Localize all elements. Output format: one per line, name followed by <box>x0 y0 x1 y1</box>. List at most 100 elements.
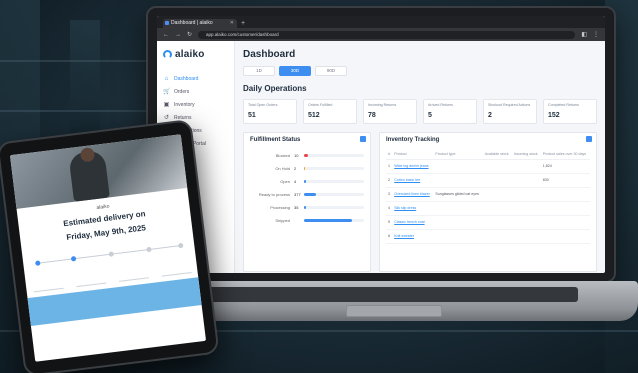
favicon-icon <box>165 21 169 25</box>
table-row[interactable]: 1 Wide leg denim jeans 1,824 <box>386 159 590 174</box>
timeline-step <box>35 260 41 266</box>
table-cell-incoming <box>511 215 541 230</box>
shelf-beam <box>0 60 146 62</box>
fulfillment-bar <box>304 219 352 222</box>
period-tab-30d[interactable]: 30D <box>279 66 311 76</box>
table-cell-sales <box>540 201 590 216</box>
table-row[interactable]: 3 Oversized linen blazer Sunglasses gilded… <box>386 187 590 202</box>
app: alaiko ⌂ Dashboard 🛒 Orders ▣ Inventory … <box>157 41 605 273</box>
back-icon[interactable]: ← <box>163 32 169 38</box>
table-cell-sales: 1,824 <box>540 159 590 174</box>
main-content: Dashboard 1D 30D 90D Daily Operations To… <box>235 41 605 273</box>
stat-card[interactable]: Completed Returns 152 <box>543 99 597 124</box>
logo[interactable]: alaiko <box>163 49 228 60</box>
table-cell-product[interactable]: Oversized linen blazer <box>392 187 434 202</box>
inventory-tracking-panel: Inventory Tracking # Product Product typ… <box>379 132 597 272</box>
extensions-icon[interactable]: ◧ <box>581 31 587 38</box>
timeline-step <box>108 251 115 257</box>
stat-card[interactable]: Total Open Orders 51 <box>243 99 297 124</box>
stat-label: Total Open Orders <box>248 103 278 107</box>
fulfillment-row[interactable]: On Hold 2 <box>250 162 364 175</box>
fulfillment-row[interactable]: Blocked 10 <box>250 149 364 162</box>
table-cell-product[interactable]: Cotton basic tee <box>392 173 434 188</box>
table-cell-product[interactable]: Wide leg denim jeans <box>392 159 434 174</box>
table-cell-incoming <box>511 201 541 216</box>
cart-icon: 🛒 <box>163 89 171 95</box>
close-icon[interactable]: ✕ <box>230 19 234 28</box>
fulfillment-label: Shipped <box>275 218 290 223</box>
table-cell-incoming <box>511 229 541 244</box>
fulfillment-bar-track <box>304 167 364 170</box>
fulfillment-row[interactable]: Processing 35 <box>250 201 364 214</box>
fulfillment-row[interactable]: Ready to process 377 <box>250 188 364 201</box>
column-header[interactable]: Product sales over 30 days <box>540 149 590 160</box>
table-cell-available <box>482 173 512 188</box>
table-cell-type: Sunglasses gilded cat eyes <box>433 187 483 202</box>
daily-operations-title: Daily Operations <box>243 84 307 93</box>
stat-card[interactable]: Orders Fulfilled 512 <box>303 99 357 124</box>
stat-card[interactable]: Incoming Returns 78 <box>363 99 417 124</box>
table-cell-incoming <box>511 159 541 174</box>
fulfillment-status-title: Fulfillment Status <box>250 137 301 143</box>
new-tab-icon[interactable]: + <box>241 19 245 28</box>
stat-card[interactable]: Arrived Returns 5 <box>423 99 477 124</box>
column-header[interactable]: Product <box>392 149 434 160</box>
reload-icon[interactable]: ↻ <box>187 31 192 38</box>
table-row[interactable]: 4 Silk slip dress <box>386 201 590 216</box>
shelf-rack <box>70 20 100 140</box>
browser-tab[interactable]: Dashboard | alaiko ✕ <box>163 19 237 28</box>
panel-options-icon[interactable] <box>360 136 366 142</box>
stat-label: Arrived Returns <box>428 103 453 107</box>
table-cell-sales <box>540 187 590 202</box>
table-row[interactable]: 6 Knit sweater <box>386 229 590 244</box>
stat-card[interactable]: Stockout Required Actions 2 <box>483 99 537 124</box>
forward-icon[interactable]: → <box>175 32 181 38</box>
stat-value: 512 <box>308 112 320 119</box>
stat-label: Stockout Required Actions <box>488 103 531 107</box>
sidebar-item-label: Inventory <box>174 101 195 108</box>
keyboard <box>208 287 578 302</box>
shelf-beam <box>0 110 146 112</box>
stat-value: 152 <box>548 112 560 119</box>
sidebar-item-inventory[interactable]: ▣ Inventory <box>163 98 228 111</box>
stat-value: 2 <box>488 112 492 119</box>
table-cell-available <box>482 187 512 202</box>
table-cell-sales <box>540 215 590 230</box>
fulfillment-bar <box>304 167 306 170</box>
fulfillment-row[interactable]: Shipped <box>250 214 364 227</box>
browser-tab-title: Dashboard | alaiko <box>171 20 213 26</box>
table-cell-product[interactable]: Silk slip dress <box>392 201 434 216</box>
period-tab-1d[interactable]: 1D <box>243 66 275 76</box>
fulfillment-bar <box>304 180 306 183</box>
table-cell-sales: 830 <box>540 173 590 188</box>
fulfillment-label: Blocked <box>275 153 290 158</box>
trackpad <box>346 305 442 317</box>
table-row[interactable]: 5 Classic trench coat <box>386 215 590 230</box>
menu-icon[interactable]: ⋮ <box>593 31 599 38</box>
sidebar-item-orders[interactable]: 🛒 Orders <box>163 85 228 98</box>
delivery-timeline <box>35 241 184 277</box>
inventory-table-body: 1 Wide leg denim jeans 1,824 2 Cotton basic … <box>386 159 590 244</box>
url-field[interactable]: app.alaiko.com/customer/dashboard <box>198 30 576 39</box>
column-header[interactable]: Available stock <box>482 149 512 160</box>
table-cell-available <box>482 201 512 216</box>
fulfillment-bar-track <box>304 219 364 222</box>
timeline-step <box>146 246 152 253</box>
column-header[interactable]: Incoming stock <box>511 149 541 160</box>
table-cell-type <box>433 173 483 188</box>
fulfillment-row[interactable]: Open 4 <box>250 175 364 188</box>
stat-label: Orders Fulfilled <box>308 103 333 107</box>
fulfillment-label: Open <box>280 179 290 184</box>
table-cell-product[interactable]: Classic trench coat <box>392 215 434 230</box>
sidebar-item-dashboard[interactable]: ⌂ Dashboard <box>163 72 228 85</box>
fulfillment-bar-track <box>304 193 364 196</box>
inventory-table: # Product Product type Available stock I… <box>386 149 590 244</box>
stat-label: Completed Returns <box>548 103 579 107</box>
column-header[interactable]: Product type <box>433 149 483 160</box>
period-tab-90d[interactable]: 90D <box>315 66 347 76</box>
table-row[interactable]: 2 Cotton basic tee 830 <box>386 173 590 188</box>
table-header-row: # Product Product type Available stock I… <box>386 149 590 160</box>
stats-row: Total Open Orders 51 Orders Fulfilled 51… <box>243 99 597 124</box>
table-cell-product[interactable]: Knit sweater <box>392 229 434 244</box>
panel-options-icon[interactable] <box>586 136 592 142</box>
